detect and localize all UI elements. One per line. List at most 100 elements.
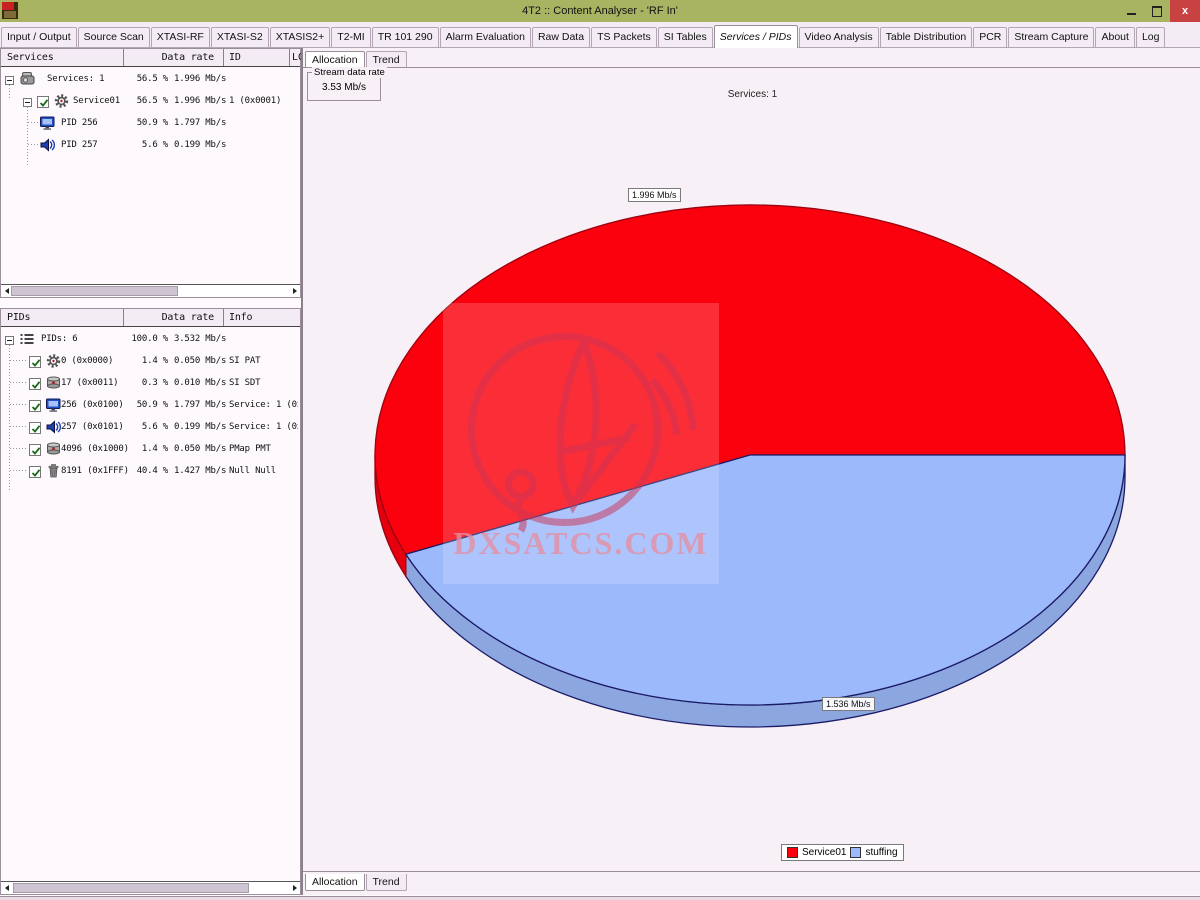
horizontal-scrollbar[interactable] — [1, 284, 300, 297]
tab-input-output[interactable]: Input / Output — [1, 27, 77, 47]
tree-row-services-1[interactable]: Services: 156.5 %1.996 Mb/s — [1, 70, 300, 88]
tab-services-pids[interactable]: Services / PIDs — [714, 25, 798, 48]
tree-row-0-0x0000[interactable]: 0 (0x0000)1.4 % 0.050 Mb/sSI PAT — [1, 352, 300, 370]
row-label: 0 (0x0000) — [61, 356, 113, 366]
tab-raw-data[interactable]: Raw Data — [532, 27, 590, 47]
tab-source-scan[interactable]: Source Scan — [78, 27, 150, 47]
legend-swatch-stuffing — [850, 847, 861, 858]
row-info: PMap PMT — [229, 444, 298, 454]
tab-about[interactable]: About — [1095, 27, 1134, 47]
tab-tr-101-290[interactable]: TR 101 290 — [372, 27, 439, 47]
column-divider[interactable] — [289, 49, 290, 66]
tree-row-service01[interactable]: Service0156.5 %1.996 Mb/s1 (0x0001) — [1, 92, 300, 110]
row-label: Services: 1 — [47, 74, 104, 84]
restore-icon — [1152, 6, 1162, 17]
tree-connector — [9, 85, 10, 100]
expand-collapse-box[interactable] — [5, 336, 14, 345]
close-button[interactable]: x — [1170, 0, 1200, 22]
column-header-services[interactable]: Services — [7, 52, 54, 63]
scroll-right-arrow[interactable] — [290, 286, 299, 296]
tree-row-17-0x0011[interactable]: 17 (0x0011)0.3 %0.010 Mb/sSI SDT — [1, 374, 300, 392]
tree-row-pids-6[interactable]: PIDs: 6100.0 %3.532 Mb/s — [1, 330, 300, 348]
row-data-rate: 3.532 Mb/s — [174, 334, 226, 344]
app-window: { "window": { "title": "4T2 :: Content A… — [0, 0, 1200, 900]
pie-label-stuffing: 1.536 Mb/s — [822, 697, 875, 711]
chart-tab-trend[interactable]: Trend — [366, 51, 407, 68]
row-info: SI PAT — [229, 356, 298, 366]
tab-table-distribution[interactable]: Table Distribution — [880, 27, 973, 47]
services-panel: ServicesData rateIDLCServices: 156.5 %1.… — [0, 48, 301, 298]
row-percent: 5.6 % — [111, 422, 168, 432]
column-header-data-rate[interactable]: Data rate — [162, 52, 214, 63]
row-percent: 1.4 % — [111, 356, 168, 366]
row-checkbox[interactable] — [29, 378, 41, 390]
row-data-rate: 0.050 Mb/s — [174, 356, 226, 366]
tab-video-analysis[interactable]: Video Analysis — [799, 27, 879, 47]
tab-alarm-evaluation[interactable]: Alarm Evaluation — [440, 27, 531, 47]
tab-xtasis2[interactable]: XTASIS2+ — [270, 27, 331, 47]
chart-tab-allocation[interactable]: Allocation — [305, 874, 365, 891]
tree-row-pid-257[interactable]: PID 2575.6 %0.199 Mb/s — [1, 136, 300, 154]
column-divider[interactable] — [123, 49, 124, 66]
server-icon — [45, 375, 62, 391]
tree-connector — [10, 470, 28, 471]
column-header-id[interactable]: ID — [229, 52, 241, 63]
scrollbar-thumb[interactable] — [11, 286, 178, 296]
tree-connector — [10, 404, 28, 405]
row-checkbox[interactable] — [29, 400, 41, 412]
chart-tab-trend[interactable]: Trend — [366, 874, 407, 891]
tab-ts-packets[interactable]: TS Packets — [591, 27, 657, 47]
expand-collapse-box[interactable] — [5, 76, 14, 85]
restore-button[interactable] — [1144, 0, 1170, 22]
scrollbar-thumb[interactable] — [13, 883, 249, 893]
watermark: DXSATCS.COM — [443, 303, 719, 584]
tree-row-257-0x0101[interactable]: 257 (0x0101)5.6 %0.199 Mb/sService: 1 (0… — [1, 418, 300, 436]
scroll-left-arrow[interactable] — [2, 883, 11, 893]
watermark-text: DXSATCS.COM — [453, 525, 709, 562]
tab-xtasi-s2[interactable]: XTASI-S2 — [211, 27, 269, 47]
column-divider[interactable] — [223, 49, 224, 66]
row-data-rate: 1.797 Mb/s — [174, 400, 226, 410]
tree-connector — [10, 382, 28, 383]
tab-pcr[interactable]: PCR — [973, 27, 1007, 47]
row-label: PID 257 — [61, 140, 98, 150]
watermark-logo-icon — [443, 309, 719, 539]
tree-connector — [28, 144, 38, 145]
minimize-button[interactable] — [1118, 0, 1144, 22]
column-header-data-rate[interactable]: Data rate — [162, 312, 214, 323]
column-header-pids[interactable]: PIDs — [7, 312, 30, 323]
row-percent: 100.0 % — [111, 334, 168, 344]
row-data-rate: 0.050 Mb/s — [174, 444, 226, 454]
chart-tab-allocation[interactable]: Allocation — [305, 51, 365, 68]
tree-row-4096-0x1000[interactable]: 4096 (0x1000)1.4 %0.050 Mb/sPMap PMT — [1, 440, 300, 458]
row-checkbox[interactable] — [37, 96, 49, 108]
horizontal-scrollbar[interactable] — [1, 881, 300, 894]
row-percent: 50.9 % — [111, 400, 168, 410]
row-info: SI SDT — [229, 378, 298, 388]
column-header-info[interactable]: Info — [229, 312, 252, 323]
minimize-icon — [1127, 13, 1136, 15]
expand-collapse-box[interactable] — [23, 98, 32, 107]
tab-si-tables[interactable]: SI Tables — [658, 27, 713, 47]
tab-stream-capture[interactable]: Stream Capture — [1008, 27, 1094, 47]
row-percent: 56.5 % — [111, 96, 168, 106]
column-divider[interactable] — [223, 309, 224, 326]
tree-row-8191-0x1fff[interactable]: 8191 (0x1FFF)40.4 %1.427 Mb/sNull Null — [1, 462, 300, 480]
row-checkbox[interactable] — [29, 444, 41, 456]
row-checkbox[interactable] — [29, 356, 41, 368]
scroll-left-arrow[interactable] — [2, 286, 11, 296]
row-checkbox[interactable] — [29, 422, 41, 434]
tree-row-256-0x0100[interactable]: 256 (0x0100)50.9 %1.797 Mb/sService: 1 (… — [1, 396, 300, 414]
row-checkbox[interactable] — [29, 466, 41, 478]
tree-row-pid-256[interactable]: PID 25650.9 %1.797 Mb/s — [1, 114, 300, 132]
pie-label-service01: 1.996 Mb/s — [628, 188, 681, 202]
row-percent: 50.9 % — [111, 118, 168, 128]
tab-xtasi-rf[interactable]: XTASI-RF — [151, 27, 210, 47]
column-divider[interactable] — [123, 309, 124, 326]
scroll-right-arrow[interactable] — [290, 883, 299, 893]
pids-panel: PIDsData rateInfoPIDs: 6100.0 %3.532 Mb/… — [0, 308, 301, 895]
tab-t2-mi[interactable]: T2-MI — [331, 27, 370, 47]
row-data-rate: 0.199 Mb/s — [174, 140, 226, 150]
tab-log[interactable]: Log — [1136, 27, 1166, 47]
tree-connector — [10, 426, 28, 427]
